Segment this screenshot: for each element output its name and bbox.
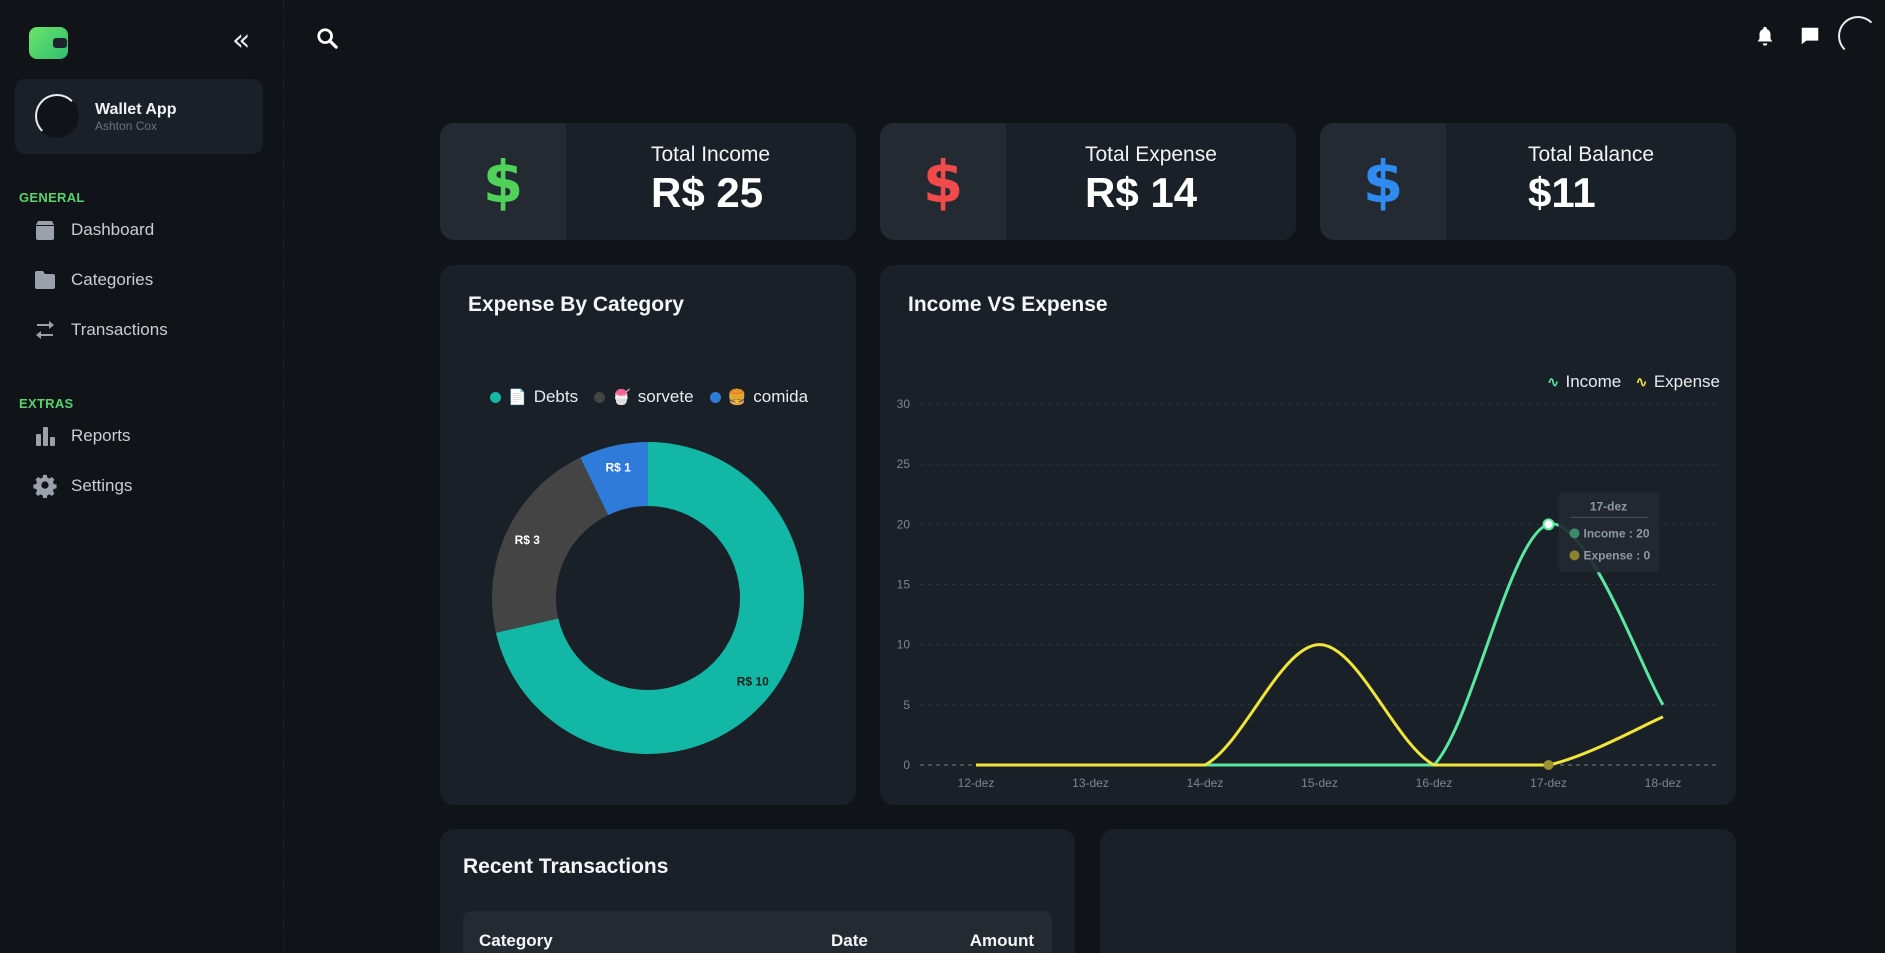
y-tick-label: 25	[897, 457, 911, 471]
stat-card-balance: $ Total Balance $11	[1320, 123, 1736, 240]
card-title: Expense By Category	[468, 293, 684, 316]
stat-value: R$ 25	[651, 169, 764, 216]
y-tick-label: 15	[897, 578, 911, 592]
stat-value: R$ 14	[1085, 169, 1198, 216]
search-icon[interactable]	[316, 27, 338, 49]
x-tick-label: 18-dez	[1645, 776, 1682, 790]
profile-card[interactable]: Wallet App Ashton Cox	[15, 79, 263, 154]
legend-entry-comida[interactable]: 🍔 comida	[709, 387, 809, 407]
y-tick-label: 20	[897, 517, 911, 531]
y-tick-label: 30	[897, 397, 911, 411]
stat-label: Total Balance	[1528, 143, 1655, 166]
data-point-income[interactable]	[1542, 518, 1555, 531]
wallet-logo-icon[interactable]	[29, 27, 68, 59]
avatar	[35, 94, 79, 138]
sidebar-item-reports[interactable]: Reports	[33, 421, 131, 451]
slice-value-label: R$ 3	[515, 533, 541, 547]
slice-value-label: R$ 1	[606, 460, 632, 474]
column-header-date[interactable]: Date	[831, 931, 868, 951]
income-vs-expense-card: Income VS Expense ∿ Income ∿ Expense 051…	[880, 265, 1736, 805]
legend-label: sorvete	[637, 387, 694, 406]
legend-label: comida	[753, 387, 809, 406]
sidebar-item-label: Settings	[71, 476, 133, 495]
stat-card-expense: $ Total Expense R$ 14	[880, 123, 1296, 240]
sidebar: « Wallet App Ashton Cox GENERAL Dashboar…	[0, 0, 284, 953]
recent-transactions-card: Recent Transactions Category Date Amount	[440, 829, 1075, 953]
series-line-expense[interactable]	[975, 643, 1664, 767]
slice-value-label: R$ 10	[737, 675, 769, 689]
donut-legend: 📄 Debts 🍧 sorvete 🍔 comida	[490, 387, 818, 407]
sidebar-item-categories[interactable]: Categories	[33, 265, 153, 295]
x-tick-label: 13-dez	[1072, 776, 1109, 790]
expense-by-category-card: Expense By Category 📄 Debts 🍧 sorvete 🍔 …	[440, 265, 856, 805]
stat-value: $11	[1528, 169, 1596, 216]
ice-cream-icon: 🍧	[612, 389, 631, 406]
username: Ashton Cox	[95, 119, 158, 133]
bar-chart-icon	[36, 427, 55, 446]
donut-slice-sorvete[interactable]	[492, 457, 609, 633]
tooltip-expense: Expense : 0	[1584, 548, 1651, 562]
sidebar-item-label: Categories	[71, 270, 154, 289]
nav-group-general: GENERAL	[19, 190, 85, 205]
document-icon: 📄	[508, 389, 527, 406]
sidebar-item-label: Reports	[71, 426, 131, 445]
chat-icon[interactable]	[1799, 25, 1821, 47]
legend-dot	[594, 391, 606, 403]
column-header-category[interactable]: Category	[479, 931, 553, 951]
sidebar-item-label: Dashboard	[71, 220, 155, 239]
dollar-icon: $	[880, 123, 1006, 240]
legend-dot	[490, 391, 501, 403]
x-tick-label: 16-dez	[1416, 776, 1453, 790]
column-header-amount[interactable]: Amount	[970, 931, 1034, 951]
x-tick-label: 12-dez	[958, 776, 995, 790]
line-chart: 0 5 10 15 20 25 30 12-dez 13-dez 14-dez 15-dez 16-d…	[897, 397, 1720, 790]
gear-icon	[33, 474, 57, 498]
sidebar-item-transactions[interactable]: Transactions	[33, 315, 168, 345]
burger-icon: 🍔	[727, 389, 747, 406]
card-title: Recent Transactions	[463, 855, 669, 878]
user-avatar[interactable]	[1838, 16, 1878, 56]
folder-icon	[35, 271, 55, 289]
legend-entry-debts[interactable]: 📄 Debts	[490, 387, 578, 407]
tooltip-title: 17-dez	[1590, 499, 1627, 513]
nav-group-extras: EXTRAS	[19, 396, 74, 411]
y-tick-label: 0	[903, 758, 910, 772]
empty-card	[1100, 829, 1736, 953]
tooltip-income: Income : 20	[1584, 526, 1650, 540]
table-header: Category Date Amount	[463, 911, 1052, 953]
app-name: Wallet App	[95, 101, 177, 118]
transfer-icon	[36, 321, 54, 339]
y-tick-label: 5	[903, 698, 910, 712]
data-point-expense[interactable]	[1543, 760, 1554, 770]
stat-card-income: $ Total Income R$ 25	[440, 123, 856, 240]
legend-entry-sorvete[interactable]: 🍧 sorvete	[594, 387, 694, 407]
collapse-sidebar-icon[interactable]: «	[232, 26, 258, 56]
stat-label: Total Expense	[1085, 143, 1217, 166]
x-tick-label: 15-dez	[1301, 776, 1338, 790]
dashboard-icon	[36, 221, 54, 240]
donut-chart: R$ 10 R$ 3 R$ 1	[492, 442, 804, 754]
y-tick-label: 10	[897, 638, 911, 652]
x-tick-label: 17-dez	[1530, 776, 1567, 790]
sidebar-item-label: Transactions	[71, 320, 168, 339]
dollar-icon: $	[440, 123, 566, 240]
legend-dot	[709, 391, 721, 403]
sidebar-item-settings[interactable]: Settings	[33, 471, 132, 501]
sidebar-item-dashboard[interactable]: Dashboard	[33, 215, 154, 245]
dollar-icon: $	[1320, 123, 1446, 240]
x-tick-label: 14-dez	[1187, 776, 1224, 790]
chart-tooltip: 17-dez Income : 20 Expense : 0	[1558, 492, 1659, 573]
legend-label: Debts	[533, 387, 579, 406]
stat-label: Total Income	[651, 143, 771, 166]
bell-icon[interactable]	[1754, 25, 1776, 47]
